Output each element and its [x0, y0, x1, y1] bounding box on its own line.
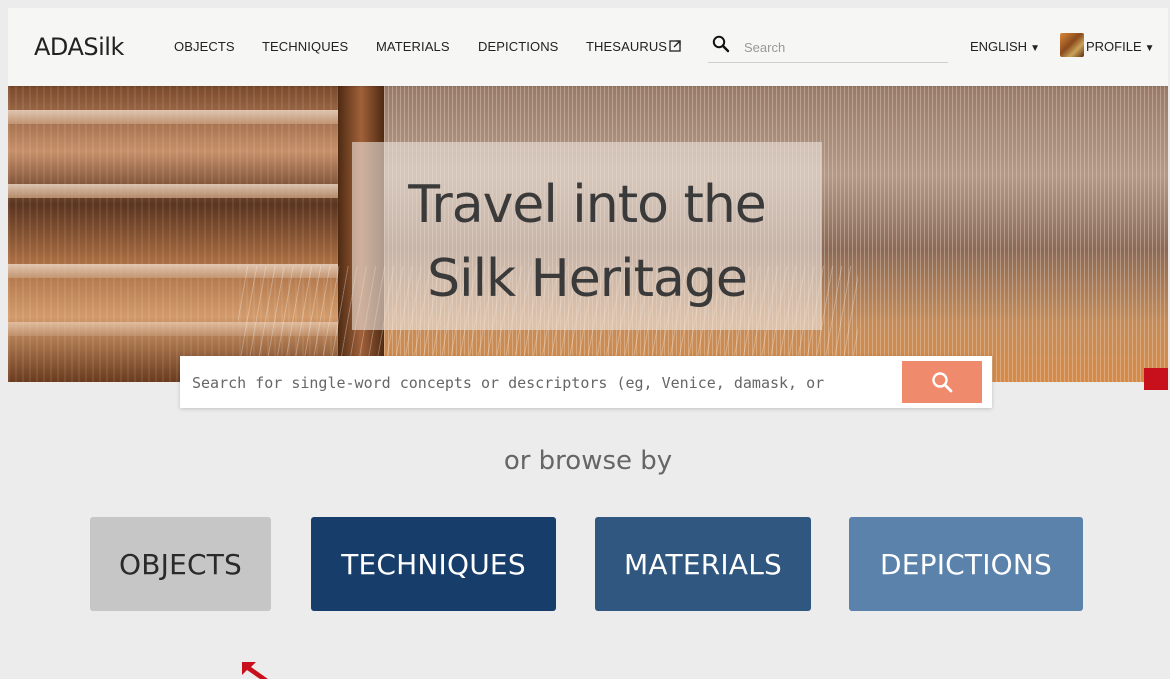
nav-link-thesaurus[interactable]: THESAURUS [586, 39, 681, 54]
language-label: ENGLISH [970, 39, 1028, 54]
avatar[interactable] [1060, 33, 1084, 57]
hero-banner: Travel into the Silk Heritage [8, 86, 1168, 382]
top-navbar: ADASilk OBJECTS TECHNIQUES MATERIALS DEP… [8, 8, 1168, 86]
nav-search-box [708, 32, 948, 63]
loom-bar [8, 184, 338, 198]
loom-bar [8, 110, 338, 124]
nav-link-materials[interactable]: MATERIALS [376, 39, 450, 54]
main-search-bar [180, 356, 992, 408]
browse-depictions-button[interactable]: DEPICTIONS [849, 517, 1083, 611]
nav-search-input[interactable] [742, 36, 946, 58]
hero-title-box: Travel into the Silk Heritage [352, 142, 822, 330]
hero-title-line2: Silk Heritage [427, 249, 748, 309]
annotation-marker [1144, 368, 1168, 390]
browse-by-label: or browse by [503, 446, 673, 476]
annotation-arrow-icon [242, 662, 268, 679]
nav-link-techniques[interactable]: TECHNIQUES [262, 39, 348, 54]
main-search-input[interactable] [190, 370, 904, 396]
language-dropdown[interactable]: ENGLISH ▼ [970, 39, 1040, 54]
browse-techniques-button[interactable]: TECHNIQUES [311, 517, 556, 611]
hero-title: Travel into the Silk Heritage [352, 168, 822, 316]
profile-dropdown[interactable]: PROFILE ▼ [1086, 39, 1155, 54]
caret-down-icon: ▼ [1030, 43, 1040, 54]
brand-logo[interactable]: ADASilk [34, 33, 124, 61]
main-search-button[interactable] [902, 361, 982, 403]
caret-down-icon: ▼ [1144, 43, 1155, 54]
external-link-icon [669, 40, 681, 52]
hero-title-line1: Travel into the [408, 175, 767, 235]
browse-materials-button[interactable]: MATERIALS [595, 517, 811, 611]
nav-link-thesaurus-label: THESAURUS [586, 39, 668, 54]
profile-label: PROFILE [1086, 39, 1142, 54]
search-icon [932, 372, 953, 393]
nav-link-depictions[interactable]: DEPICTIONS [478, 39, 558, 54]
browse-objects-button[interactable]: OBJECTS [90, 517, 271, 611]
nav-link-objects[interactable]: OBJECTS [174, 39, 235, 54]
search-icon [712, 35, 730, 53]
page: ADASilk OBJECTS TECHNIQUES MATERIALS DEP… [8, 8, 1168, 679]
